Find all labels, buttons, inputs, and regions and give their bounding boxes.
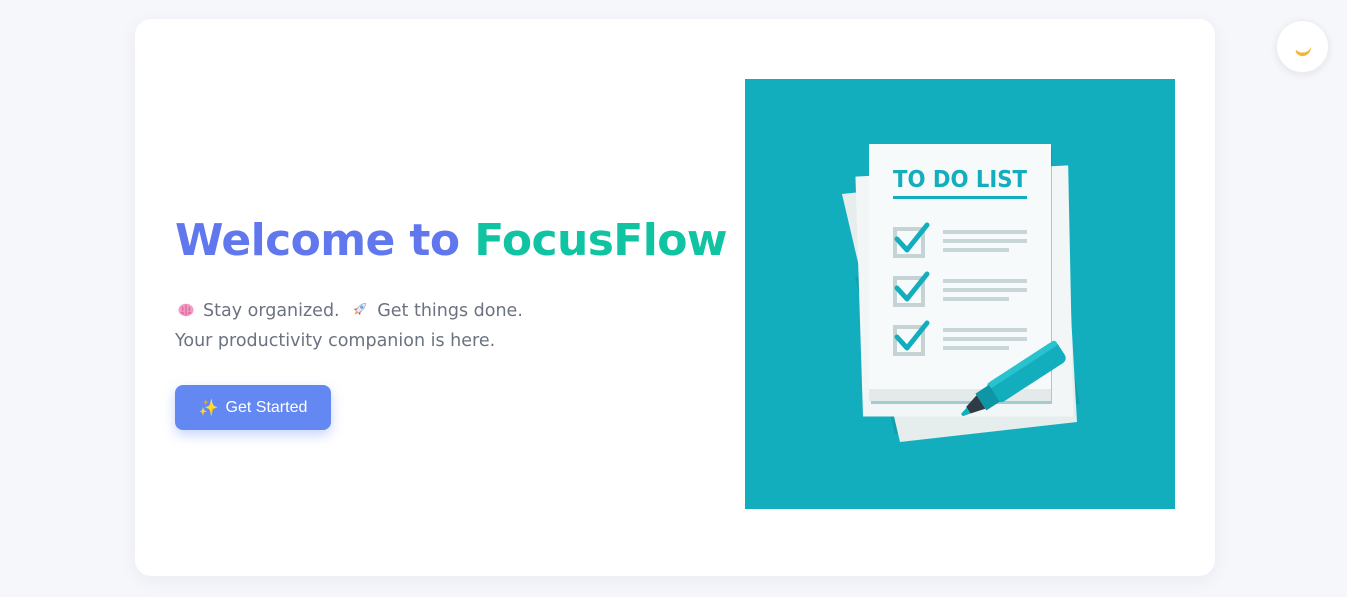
todo-list-illustration: TO DO LIST (745, 79, 1175, 509)
tagline-line-2: Your productivity companion is here. (175, 331, 496, 351)
tagline-organized: Stay organized. (203, 301, 340, 321)
get-started-label: Get Started (225, 398, 308, 416)
welcome-card: Welcome to FocusFlow Stay organized. Get… (135, 19, 1215, 576)
rocket-icon (349, 296, 371, 326)
tagline: Stay organized. Get things done. Your pr… (175, 296, 523, 356)
sparkles-icon: ✨ (198, 399, 219, 417)
page-title: Welcome to FocusFlow (175, 211, 728, 271)
get-started-button[interactable]: ✨ Get Started (175, 385, 331, 430)
brain-icon (175, 296, 197, 326)
tagline-get-things-done: Get things done. (377, 301, 523, 321)
tagline-line-1: Stay organized. Get things done. (175, 296, 523, 326)
theme-toggle-button[interactable] (1276, 20, 1329, 73)
title-brand: FocusFlow (474, 215, 727, 266)
title-welcome: Welcome to (175, 215, 475, 266)
moon-icon (1295, 46, 1311, 56)
todo-heading: TO DO LIST (893, 167, 1027, 193)
